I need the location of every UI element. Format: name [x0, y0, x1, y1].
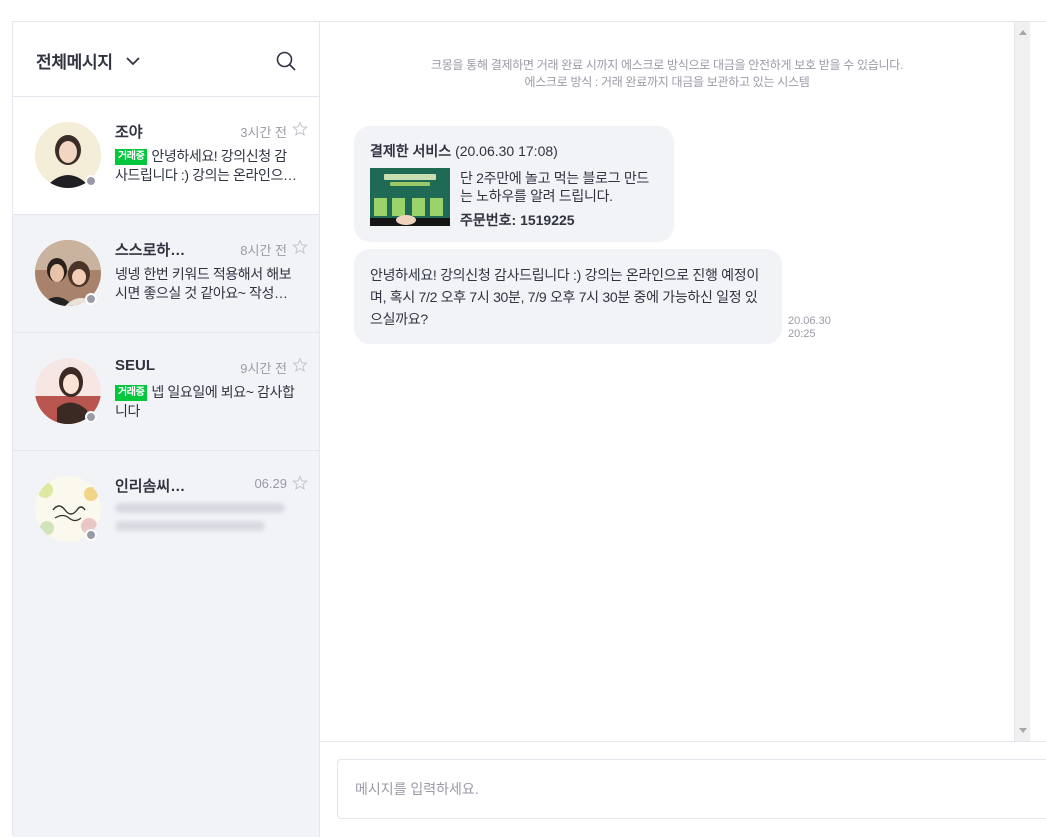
message-time: 20:25 [788, 328, 816, 340]
scroll-up-arrow[interactable] [1019, 30, 1027, 35]
offline-status-dot [85, 529, 97, 541]
conversation-time: 06.29 [254, 476, 287, 491]
star-icon[interactable] [292, 121, 308, 137]
conversation-name: 조야 [115, 124, 143, 141]
notice-line-1: 크몽을 통해 결제하면 거래 완료 시까지 에스크로 방식으로 대금을 안전하게… [430, 58, 904, 72]
service-card-title: 결제한 서비스 (20.06.30 17:08) [370, 141, 558, 161]
chat-panel: 크몽을 통해 결제하면 거래 완료 시까지 에스크로 방식으로 대금을 안전하게… [320, 22, 1014, 741]
preview-text: 넹넹 한번 키워드 적용해서 해보시면 좋으실 것 같아요~ 작성… [115, 266, 292, 301]
sidebar-header: 전체메시지 [13, 22, 319, 97]
conversation-preview: 넹넹 한번 키워드 적용해서 해보시면 좋으실 것 같아요~ 작성… [115, 265, 299, 303]
message-filter-dropdown[interactable]: 전체메시지 [36, 48, 141, 73]
chevron-down-icon [126, 56, 140, 65]
service-card[interactable]: 결제한 서비스 (20.06.30 17:08) 단 2주만에 놀고 먹는 블로… [354, 126, 674, 242]
star-icon[interactable] [292, 239, 308, 255]
scroll-down-arrow[interactable] [1019, 728, 1027, 733]
conversation-item[interactable]: 조야 3시간 전 거래중 안녕하세요! 강의신청 감사드립니다 :) 강의는 온라… [13, 97, 319, 215]
chat-scrollbar[interactable] [1014, 22, 1030, 741]
notice-line-2: 에스크로 방식 : 거래 완료까지 대금을 보관하고 있는 시스템 [524, 75, 810, 89]
message-text: 안녕하세요! 강의신청 감사드립니다 :) 강의는 온라인으로 진행 예정이며,… [370, 267, 759, 327]
conversation-name: SEUL [115, 357, 156, 374]
conversation-sidebar: 전체메시지 조야 3시간 전 거래중 안녕하세요! 강의신청 감사드립니다 :) … [13, 22, 320, 837]
message-input[interactable] [337, 759, 1046, 819]
offline-status-dot [85, 293, 97, 305]
filter-label: 전체메시지 [36, 53, 113, 72]
order-number: 주문번호: 1519225 [460, 212, 575, 228]
escrow-notice: 크몽을 통해 결제하면 거래 완료 시까지 에스크로 방식으로 대금을 안전하게… [320, 57, 1014, 91]
star-icon[interactable] [292, 475, 308, 491]
service-thumbnail[interactable] [370, 168, 450, 226]
service-description: 단 2주만에 놀고 먹는 블로그 만드는 노하우를 알려 드립니다. [460, 170, 649, 204]
conversation-preview: 거래중 넵 일요일에 뵈요~ 감사합니다 [115, 383, 299, 421]
service-title-label: 결제한 서비스 [370, 143, 452, 159]
messenger-app: 전체메시지 조야 3시간 전 거래중 안녕하세요! 강의신청 감사드립니다 :) … [12, 21, 1046, 837]
message-timestamp: 20.06.30 20:25 [788, 315, 848, 341]
message-date: 20.06.30 [788, 315, 831, 327]
conversation-time: 3시간 전 [240, 125, 287, 140]
offline-status-dot [85, 411, 97, 423]
service-datetime: (20.06.30 17:08) [455, 143, 558, 159]
conversation-item[interactable]: 인리솜씨… 06.29 [13, 451, 319, 569]
message-bubble: 안녕하세요! 강의신청 감사드립니다 :) 강의는 온라인으로 진행 예정이며,… [354, 249, 782, 344]
conversation-time: 8시간 전 [240, 243, 287, 258]
conversation-item[interactable]: SEUL 9시간 전 거래중 넵 일요일에 뵈요~ 감사합니다 [13, 333, 319, 451]
status-badge: 거래중 [115, 149, 148, 165]
status-badge: 거래중 [115, 385, 148, 401]
conversation-preview: 거래중 안녕하세요! 강의신청 감사드립니다 :) 강의는 온라인으… [115, 147, 299, 185]
star-icon[interactable] [292, 357, 308, 373]
conversation-item[interactable]: 스스로하… 8시간 전 넹넹 한번 키워드 적용해서 해보시면 좋으실 것 같아… [13, 215, 319, 333]
message-input-area [320, 741, 1046, 837]
offline-status-dot [85, 175, 97, 187]
conversation-name: 인리솜씨… [115, 478, 186, 495]
conversation-time: 9시간 전 [240, 361, 287, 376]
conversation-name: 스스로하… [115, 242, 186, 259]
blurred-preview [115, 503, 291, 537]
search-icon[interactable] [275, 50, 297, 72]
